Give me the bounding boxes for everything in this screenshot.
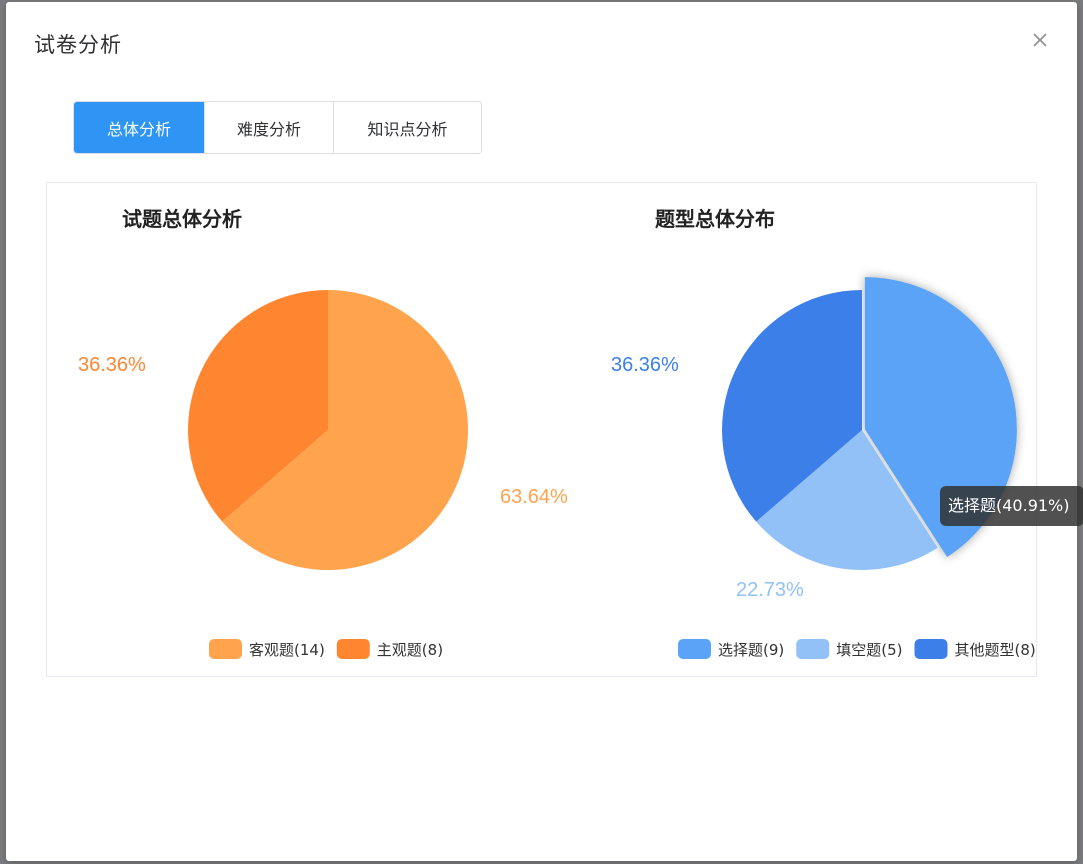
close-icon[interactable]: [1030, 30, 1050, 50]
legend-swatch[interactable]: [336, 639, 370, 659]
slice-percent-label: 36.36%: [78, 354, 146, 376]
legend-label[interactable]: 填空题(5): [836, 641, 902, 659]
legend-label[interactable]: 主观题(8): [377, 641, 443, 659]
tab-overall-analysis[interactable]: 总体分析: [74, 102, 204, 153]
legend-swatch[interactable]: [914, 639, 948, 659]
analysis-tabs: 总体分析 难度分析 知识点分析: [73, 101, 482, 154]
legend-swatch[interactable]: [678, 639, 711, 659]
legend-swatch[interactable]: [209, 639, 242, 659]
tab-knowledge-analysis[interactable]: 知识点分析: [333, 102, 481, 153]
chart-panel: 试题总体分析 题型总体分布 63.64% 36.36% 22.73% 36.36% 客…: [46, 182, 1037, 677]
legend-label[interactable]: 客观题(14): [249, 641, 325, 659]
legend-swatch[interactable]: [796, 639, 830, 659]
slice-percent-label: 63.64%: [500, 486, 568, 508]
chart-tooltip: 选择题(40.91%): [940, 486, 1083, 526]
tab-difficulty-analysis[interactable]: 难度分析: [204, 102, 333, 153]
slice-percent-label: 22.73%: [736, 579, 804, 601]
dialog-title: 试卷分析: [34, 33, 122, 57]
pie-charts: 63.64% 36.36% 22.73% 36.36% 客观题(14) 主观题(8) 选择…: [78, 277, 1036, 659]
legend-label[interactable]: 选择题(9): [718, 641, 784, 659]
legend-label[interactable]: 其他题型(8): [955, 641, 1036, 659]
exam-analysis-dialog: 试卷分析 总体分析 难度分析 知识点分析 试题总体分析 题型总体分布 63.64…: [6, 2, 1083, 861]
slice-percent-label: 36.36%: [611, 354, 679, 376]
